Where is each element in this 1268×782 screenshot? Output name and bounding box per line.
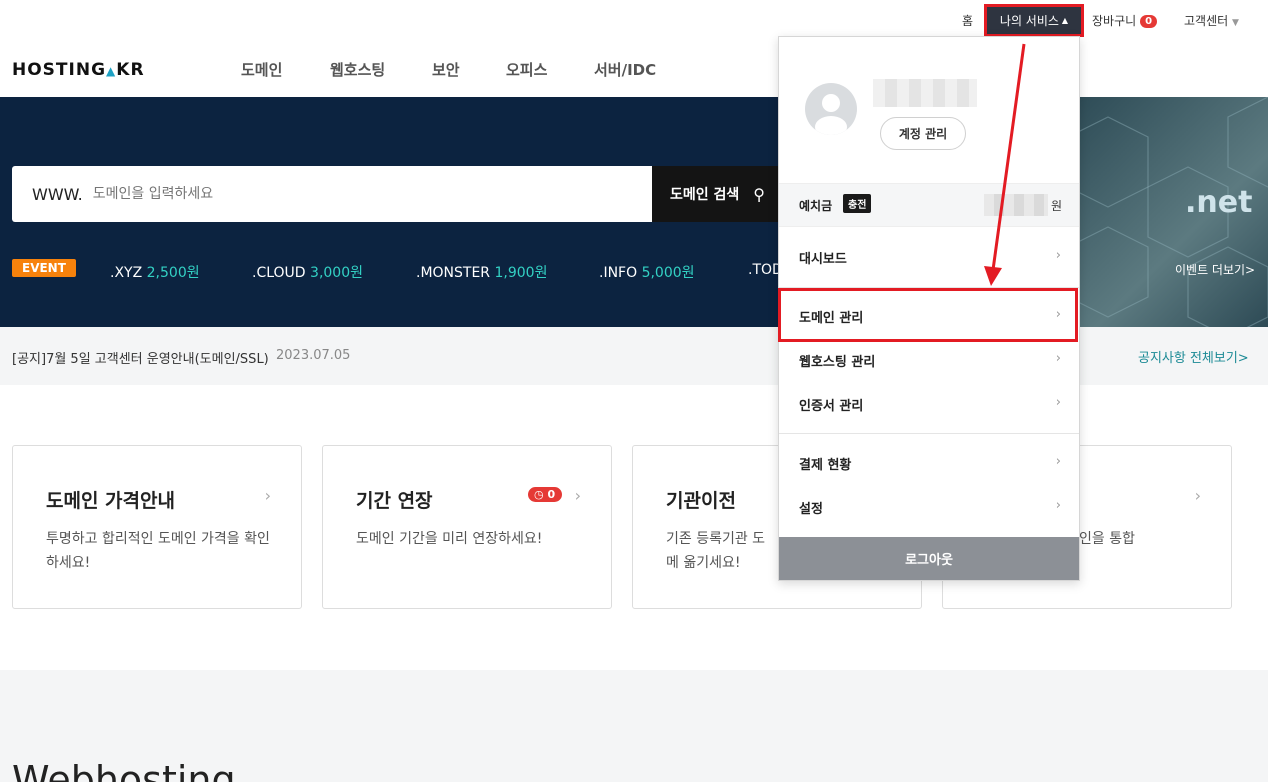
chevron-right-icon: › (1055, 498, 1061, 513)
promo-item[interactable]: .MONSTER 1,900원 (416, 262, 547, 282)
domain-search-button[interactable]: 도메인 검색 ⚲ (652, 166, 792, 222)
menu-label: 대시보드 (799, 252, 847, 267)
promo-tld: .CLOUD (252, 265, 306, 281)
menu-certificate-manage[interactable]: 인증서 관리 › (779, 384, 1079, 424)
menu-dashboard[interactable]: 대시보드 › (779, 237, 1079, 277)
card-domain-price[interactable]: 도메인 가격안내 › 투명하고 합리적인 도메인 가격을 확인하세요! (12, 445, 302, 609)
utility-bar: 홈 나의 서비스 ▲ 장바구니 0 고객센터 ▼ (0, 0, 1268, 40)
promo-item[interactable]: .CLOUD 3,000원 (252, 262, 363, 282)
deposit-label: 예치금 (799, 199, 833, 213)
card-desc: 도메인 기간을 미리 연장하세요! (356, 531, 543, 547)
promo-tld: .XYZ (110, 265, 143, 281)
search-icon: ⚲ (753, 184, 765, 204)
event-more-link[interactable]: 이벤트 더보기> (1175, 261, 1255, 278)
caret-down-icon: ▼ (1232, 18, 1239, 28)
webhosting-section: Webhosting (0, 670, 1268, 782)
clock-icon: ◷ (534, 488, 544, 501)
chevron-right-icon: › (1055, 248, 1061, 263)
renewal-count: 0 (547, 488, 556, 501)
chevron-right-icon: › (1055, 351, 1061, 366)
user-icon (815, 94, 847, 135)
notice-link[interactable]: [공지]7월 5일 고객센터 운영안내(도메인/SSL) (12, 348, 269, 367)
card-desc: 인을 통합 (1079, 531, 1135, 547)
promo-item[interactable]: .XYZ 2,500원 (110, 262, 200, 282)
charge-button[interactable]: 충전 (843, 194, 872, 213)
chevron-right-icon: › (264, 486, 271, 505)
deposit-row: 예치금 충전 원 (779, 183, 1079, 227)
nav-office[interactable]: 오피스 (506, 59, 547, 80)
nav-webhosting[interactable]: 웹호스팅 (330, 59, 385, 80)
nav-security[interactable]: 보안 (432, 59, 460, 80)
divider (779, 433, 1079, 434)
promo-item[interactable]: .INFO 5,000원 (599, 262, 695, 282)
section-title: Webhosting (12, 758, 236, 782)
nav-server-idc[interactable]: 서버/IDC (594, 59, 656, 80)
logo-triangle-icon: ▲ (106, 64, 117, 78)
chevron-right-icon: › (1055, 395, 1061, 410)
domain-search-input[interactable] (92, 186, 613, 202)
user-name-blurred (873, 79, 977, 107)
nav-domain[interactable]: 도메인 (241, 59, 282, 80)
promo-price: 1,900원 (494, 265, 548, 281)
card-renewal[interactable]: 기간 연장 ◷ 0 › 도메인 기간을 미리 연장하세요! (322, 445, 612, 609)
deposit-amount-blurred (984, 194, 1048, 216)
notice-date: 2023.07.05 (276, 348, 351, 363)
site-logo[interactable]: HOSTING▲KR (12, 60, 145, 80)
cart-count-badge: 0 (1140, 15, 1158, 28)
caret-up-icon: ▲ (1061, 16, 1069, 25)
deposit-unit: 원 (1051, 199, 1063, 213)
promo-tld: .MONSTER (416, 265, 491, 281)
renewal-count-badge: ◷ 0 (528, 487, 563, 502)
my-service-button[interactable]: 나의 서비스 ▲ (984, 4, 1084, 37)
menu-payment-status[interactable]: 결제 현황 › (779, 443, 1079, 483)
chevron-right-icon: › (1194, 486, 1201, 505)
logout-button[interactable]: 로그아웃 (779, 537, 1079, 580)
banner-net-text: .net (1185, 185, 1253, 220)
support-link[interactable]: 고객센터 ▼ (1184, 12, 1239, 29)
promo-price: 5,000원 (641, 265, 695, 281)
chevron-right-icon: › (574, 486, 581, 505)
event-badge: EVENT (12, 259, 76, 277)
menu-settings[interactable]: 설정 › (779, 487, 1079, 527)
card-desc: 투명하고 합리적인 도메인 가격을 확인하세요! (46, 531, 270, 571)
menu-label: 결제 현황 (799, 458, 852, 473)
card-title: 기관이전 (666, 490, 736, 512)
card-title: 도메인 가격안내 (46, 490, 175, 512)
promo-price: 2,500원 (146, 265, 200, 281)
domain-search-button-label: 도메인 검색 (670, 187, 740, 203)
promo-price: 3,000원 (310, 265, 363, 281)
avatar (805, 83, 857, 135)
logo-text: HOSTING (12, 60, 107, 80)
promo-tld: .INFO (599, 265, 638, 281)
domain-manage-highlight (778, 288, 1078, 342)
menu-label: 설정 (799, 502, 823, 517)
menu-webhosting-manage[interactable]: 웹호스팅 관리 › (779, 340, 1079, 380)
cart-link[interactable]: 장바구니 0 (1092, 12, 1158, 29)
chevron-right-icon: › (1055, 454, 1061, 469)
home-link[interactable]: 홈 (962, 12, 973, 29)
search-prefix: WWW. (32, 184, 83, 204)
card-desc: 기존 등록기관 도메 옮기세요! (666, 531, 766, 571)
cart-label: 장바구니 (1092, 14, 1137, 28)
account-manage-button[interactable]: 계정 관리 (880, 117, 966, 150)
menu-label: 인증서 관리 (799, 399, 864, 414)
menu-label: 웹호스팅 관리 (799, 355, 876, 370)
card-title: 기간 연장 (356, 490, 433, 512)
notice-all-link[interactable]: 공지사항 전체보기> (1138, 347, 1249, 366)
support-label: 고객센터 (1184, 14, 1229, 28)
logo-text-kr: KR (116, 60, 145, 80)
domain-search-box: WWW. (12, 166, 652, 222)
my-service-label: 나의 서비스 (999, 14, 1059, 28)
